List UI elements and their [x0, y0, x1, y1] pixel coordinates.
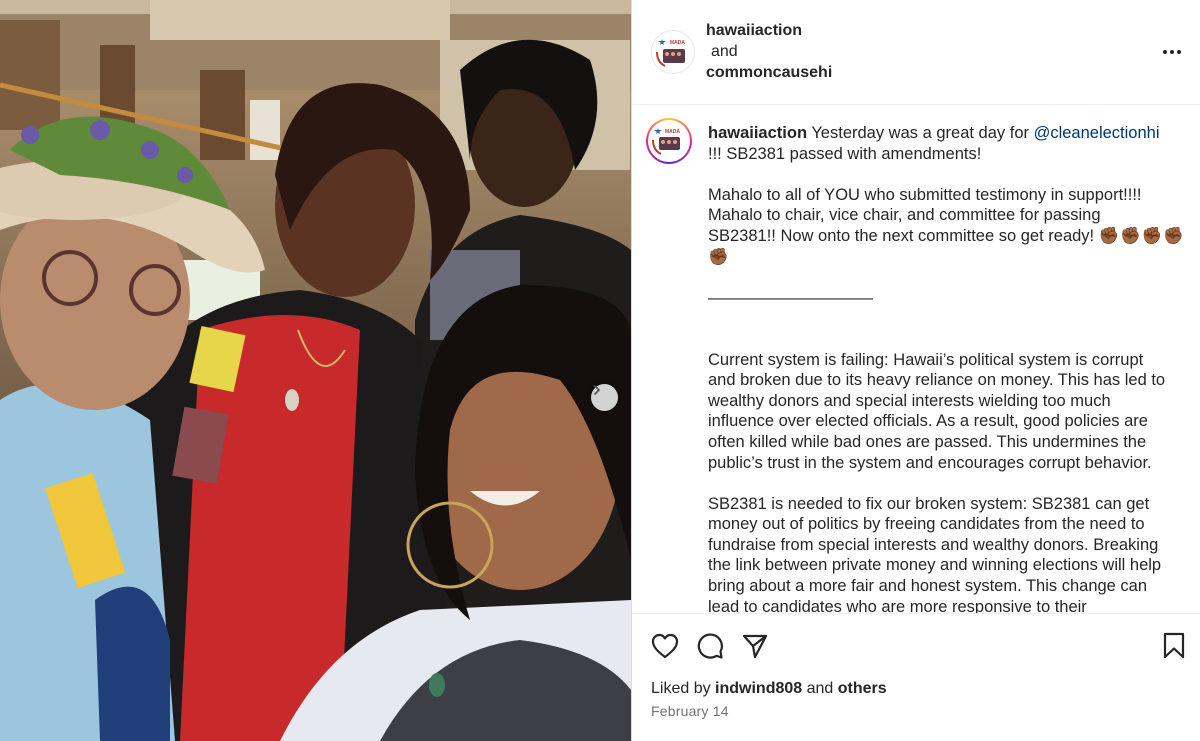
author-avatar[interactable]: MADA [651, 30, 695, 74]
author-joiner: and [711, 43, 738, 60]
post-header: MADA hawaiiaction and commoncausehi [632, 0, 1200, 105]
author-username-1[interactable]: hawaiiaction [706, 20, 832, 41]
liked-by-prefix: Liked by [651, 680, 716, 697]
heart-icon [651, 633, 679, 659]
caption-divider: —————————— [708, 288, 873, 307]
caption-area: MADA hawaiiaction Yesterday was a great … [632, 105, 1200, 613]
comment-icon [697, 633, 723, 659]
caption-author-avatar[interactable]: MADA [646, 118, 692, 164]
group-selfie-image [0, 0, 631, 741]
svg-text:MADA: MADA [670, 40, 685, 46]
comment-button[interactable] [695, 631, 725, 661]
liked-by-joiner: and [802, 680, 838, 697]
like-button[interactable] [650, 631, 680, 661]
post-photo [0, 0, 631, 741]
chevron-right-icon [594, 385, 600, 395]
caption-paragraph-current-system: Current system is failing: Hawaii’s poli… [708, 350, 1166, 472]
hawaiiaction-logo-icon: MADA [651, 123, 687, 159]
caption-paragraph-sb2381: SB2381 is needed to fix our broken syste… [708, 494, 1162, 613]
liked-by-summary: Liked by indwind808 and others [651, 680, 887, 698]
collab-authors: hawaiiaction and commoncausehi [706, 20, 832, 83]
liked-by-others-link[interactable]: others [838, 680, 887, 697]
save-button[interactable] [1159, 631, 1189, 661]
caption-mention-link[interactable]: @cleanelectionhi [1034, 124, 1160, 142]
share-button[interactable] [740, 631, 770, 661]
hawaiiaction-logo-icon: MADA [654, 33, 692, 71]
send-icon [742, 634, 768, 659]
post-actions: Liked by indwind808 and others February … [632, 613, 1200, 741]
author-username-2[interactable]: commoncausehi [706, 62, 832, 83]
caption-text-line-1: !!! SB2381 passed with amendments! [708, 144, 982, 163]
post-details-panel: MADA hawaiiaction and commoncausehi MADA… [631, 0, 1200, 741]
bookmark-icon [1163, 632, 1185, 659]
carousel-next-button[interactable] [591, 384, 618, 411]
caption-text-intro: Yesterday was a great day for [807, 124, 1034, 142]
more-options-icon[interactable] [1159, 40, 1185, 64]
post-caption: hawaiiaction Yesterday was a great day f… [708, 123, 1186, 613]
post-date[interactable]: February 14 [651, 703, 729, 719]
caption-username[interactable]: hawaiiaction [708, 124, 807, 142]
caption-paragraph-thanks: Mahalo to all of YOU who submitted testi… [708, 185, 1142, 245]
liked-by-user-link[interactable]: indwind808 [715, 680, 802, 697]
svg-text:MADA: MADA [665, 129, 680, 135]
